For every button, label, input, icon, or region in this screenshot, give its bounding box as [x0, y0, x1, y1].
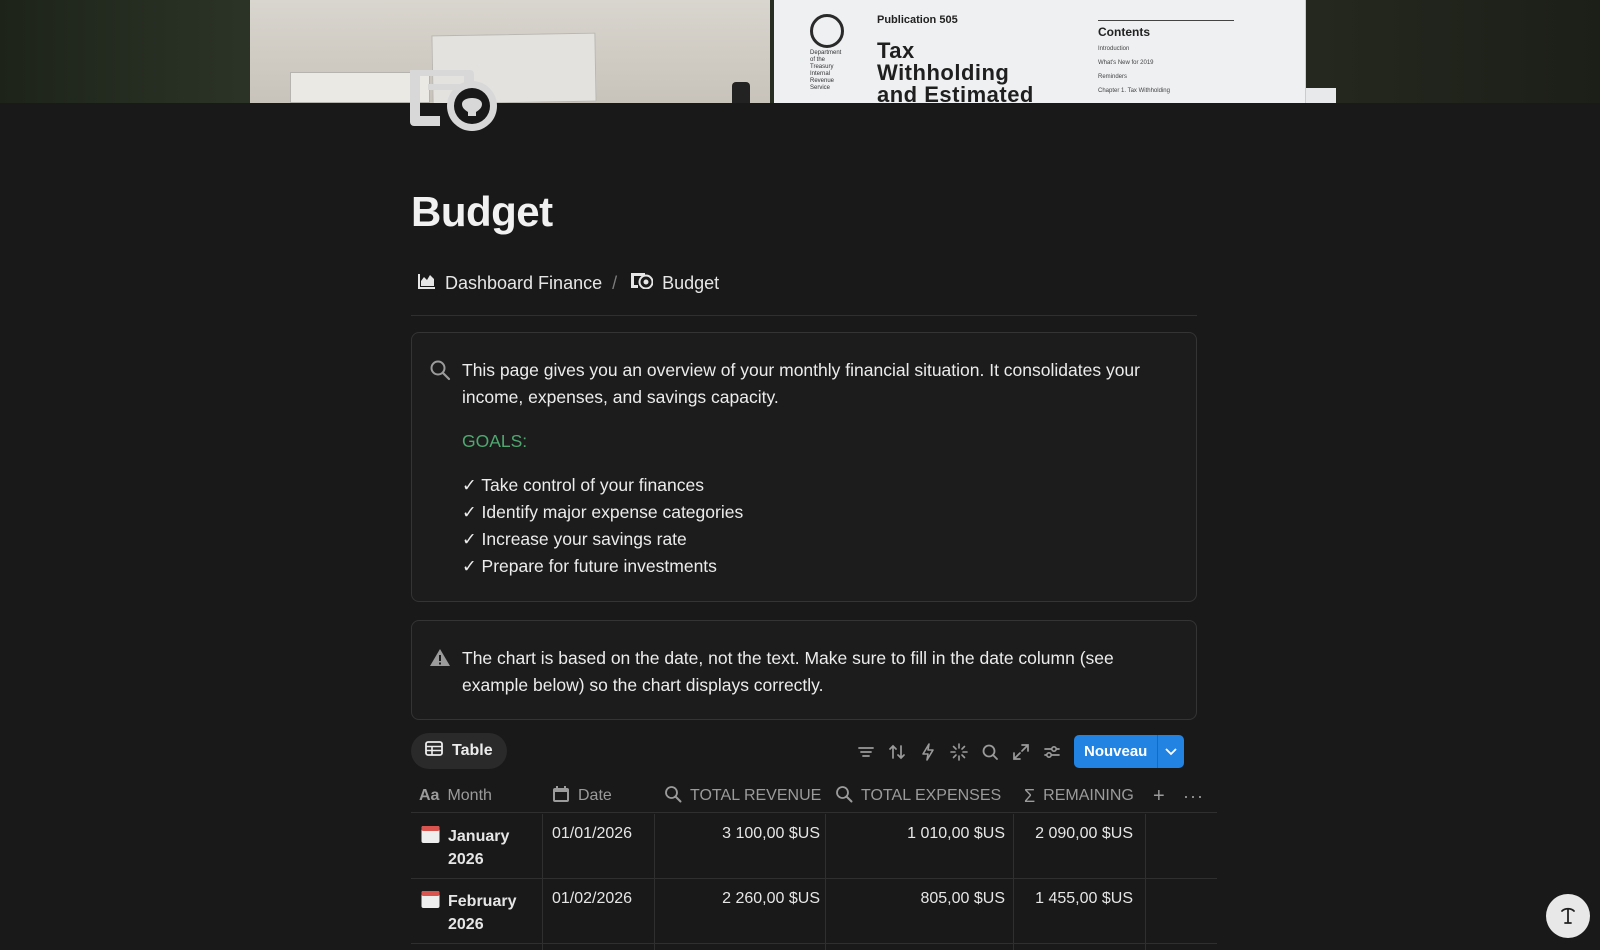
automation-icon[interactable] [917, 741, 939, 763]
sigma-icon: Σ [1024, 785, 1036, 806]
breadcrumb-separator: / [612, 272, 618, 293]
more-options-icon[interactable]: ··· [1183, 779, 1204, 813]
cover-pen [732, 82, 750, 103]
cover-envelope [290, 72, 430, 103]
cover-publication: Publication 505 [877, 14, 958, 26]
column-header-month[interactable]: Aa Month [419, 779, 492, 813]
cell-remaining[interactable]: 2 090,00 $US [1009, 814, 1133, 879]
column-header-total-revenue[interactable]: TOTAL REVENUE [664, 779, 821, 813]
callout-text: The chart is based on the date, not the … [462, 648, 1114, 695]
goals-list: ✓ Take control of your finances ✓ Identi… [462, 472, 1174, 580]
money-icon [631, 272, 654, 294]
cell-expenses[interactable]: 805,00 $US [825, 879, 1005, 944]
breadcrumb: Dashboard Finance / Budget [418, 272, 719, 294]
new-button[interactable]: Nouveau [1074, 735, 1185, 768]
search-icon [664, 785, 682, 808]
text-type-icon: Aa [419, 787, 440, 804]
warning-icon [429, 647, 451, 669]
page-title: Budget [411, 188, 553, 235]
column-label: REMAINING [1043, 787, 1134, 804]
chart-icon [418, 273, 436, 294]
search-icon [835, 785, 853, 808]
column-divider [542, 814, 543, 950]
column-label: Date [578, 787, 612, 804]
column-label: TOTAL REVENUE [690, 787, 822, 804]
breadcrumb-dashboard-finance[interactable]: Dashboard Finance [418, 273, 602, 294]
column-divider [654, 814, 655, 950]
tab-table-view[interactable]: Table [411, 733, 507, 769]
column-divider [825, 814, 826, 950]
cell-revenue[interactable]: 2 260,00 $US [656, 879, 820, 944]
goal-item: ✓ Identify major expense categories [462, 502, 744, 522]
table-row[interactable]: January 2026 01/01/2026 3 100,00 $US 1 01… [411, 814, 1217, 879]
column-header-total-expenses[interactable]: TOTAL EXPENSES [835, 779, 1001, 813]
help-button[interactable] [1546, 894, 1590, 938]
cell-remaining[interactable]: 1 455,00 $US [1009, 879, 1133, 944]
chevron-down-icon[interactable] [1157, 735, 1184, 768]
cover-image: Department of the Treasury Internal Reve… [0, 0, 1600, 103]
table-header: Aa Month Date TOTAL REVENUE TOTAL EXPENS… [411, 779, 1217, 813]
info-callout: This page gives you an overview of your … [411, 332, 1197, 602]
search-icon[interactable] [979, 741, 1001, 763]
column-header-date[interactable]: Date [552, 779, 612, 813]
cell-date[interactable]: 01/02/2026 [552, 879, 652, 944]
cover-toc-item: Reminders [1098, 74, 1128, 80]
goal-item: ✓ Take control of your finances [462, 475, 704, 495]
column-label: Month [447, 787, 492, 804]
table-row[interactable]: February 2026 01/02/2026 2 260,00 $US 805… [411, 879, 1217, 944]
calendar-page-icon [421, 825, 440, 879]
table-icon [425, 741, 443, 761]
cover-heading: Tax Withholding and Estimated [877, 38, 1034, 104]
page-icon[interactable] [410, 68, 500, 134]
tab-label: Table [452, 742, 493, 759]
search-icon [429, 359, 451, 381]
breadcrumb-label: Budget [662, 272, 720, 293]
cell-revenue[interactable]: 3 100,00 $US [656, 814, 820, 879]
breadcrumb-label: Dashboard Finance [445, 272, 603, 293]
sort-icon[interactable] [886, 741, 908, 763]
cover-document-edge [1306, 88, 1336, 103]
cover-contents: Contents [1098, 20, 1234, 39]
month-name: February 2026 [448, 893, 517, 933]
cell-month[interactable]: January 2026 [421, 814, 541, 879]
irs-seal-icon [810, 14, 844, 48]
calendar-page-icon [421, 890, 440, 944]
calendar-icon [552, 785, 570, 808]
callout-body: This page gives you an overview of your … [462, 357, 1174, 580]
sparkle-icon[interactable] [948, 741, 970, 763]
warning-callout: The chart is based on the date, not the … [411, 620, 1197, 720]
column-divider [1145, 814, 1146, 950]
new-button-label[interactable]: Nouveau [1074, 735, 1157, 768]
filter-icon[interactable] [855, 741, 877, 763]
callout-text: This page gives you an overview of your … [462, 360, 1140, 407]
column-label: TOTAL EXPENSES [861, 787, 1002, 804]
month-name: January 2026 [448, 828, 510, 868]
settings-sliders-icon[interactable] [1041, 741, 1063, 763]
add-column-icon[interactable]: + [1153, 779, 1165, 813]
help-icon [1561, 907, 1575, 924]
goals-heading: GOALS: [462, 431, 528, 451]
breadcrumb-budget[interactable]: Budget [631, 272, 719, 294]
column-divider [1013, 814, 1014, 950]
cover-toc-item: What's New for 2019 [1098, 60, 1154, 66]
goal-item: ✓ Increase your savings rate [462, 529, 687, 549]
cover-toc: Introduction What's New for 2019 Reminde… [1098, 42, 1234, 98]
divider [411, 315, 1197, 316]
cover-toc-item: Chapter 1. Tax Withholding [1098, 88, 1170, 94]
cell-month[interactable]: February 2026 [421, 879, 541, 944]
cover-dept: Department of the Treasury Internal Reve… [810, 50, 842, 91]
cell-date[interactable]: 01/01/2026 [552, 814, 652, 879]
column-header-remaining[interactable]: Σ REMAINING [1024, 779, 1134, 813]
goal-item: ✓ Prepare for future investments [462, 556, 717, 576]
expand-icon[interactable] [1010, 741, 1032, 763]
cover-toc-item: Introduction [1098, 46, 1130, 52]
cell-expenses[interactable]: 1 010,00 $US [825, 814, 1005, 879]
